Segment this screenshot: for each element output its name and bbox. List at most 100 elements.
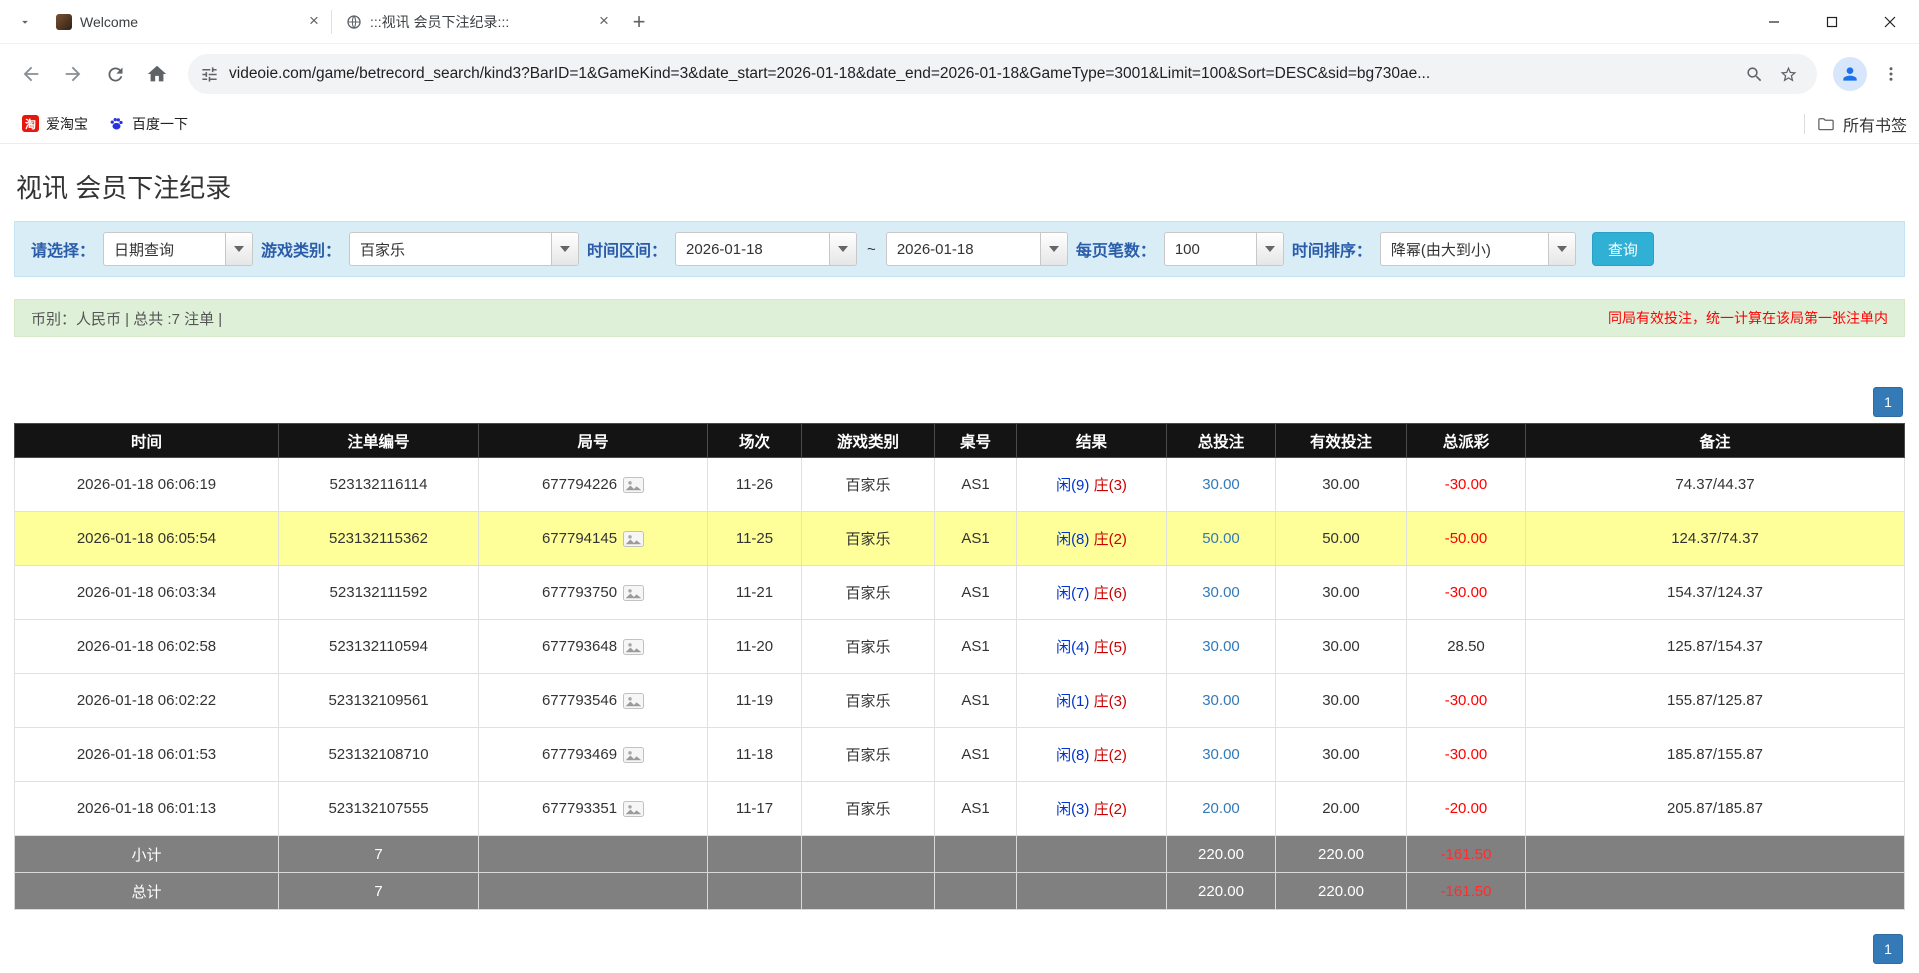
tab-welcome[interactable]: Welcome × [42, 0, 332, 44]
session-number: 11-19 [708, 674, 802, 728]
round-cell: 677794145 [479, 512, 708, 566]
dropdown-caret-button[interactable] [1256, 233, 1283, 265]
dropdown-caret-button[interactable] [225, 233, 252, 265]
dropdown-caret-button[interactable] [551, 233, 578, 265]
query-button[interactable]: 查询 [1592, 232, 1654, 266]
session-number: 11-25 [708, 512, 802, 566]
time-sort-select[interactable]: 降幂(由大到小) [1380, 232, 1576, 266]
time-sort-value: 降幂(由大到小) [1381, 233, 1548, 265]
round-detail-icon[interactable] [623, 585, 644, 601]
tab-close-icon[interactable]: × [594, 12, 614, 32]
zoom-button[interactable] [1737, 57, 1771, 91]
tab-search-button[interactable] [8, 5, 42, 39]
chevron-down-icon [18, 15, 32, 29]
round-cell: 677793469 [479, 728, 708, 782]
refresh-button[interactable] [94, 53, 136, 95]
date-range-label: 时间区间： [587, 237, 667, 261]
round-detail-icon[interactable] [623, 693, 644, 709]
bet-id: 523132109561 [279, 674, 479, 728]
url-text[interactable]: videoie.com/game/betrecord_search/kind3?… [229, 65, 1737, 83]
bet-time: 2026-01-18 06:06:19 [15, 458, 279, 512]
payout: -30.00 [1407, 674, 1526, 728]
page-1-button[interactable]: 1 [1873, 934, 1903, 964]
empty-cell [1017, 836, 1167, 873]
dropdown-caret-button[interactable] [829, 233, 856, 265]
summary-label: 总计 [15, 873, 279, 910]
summary-label: 小计 [15, 836, 279, 873]
avatar-person-icon [1840, 64, 1860, 84]
subtotal-row: 小计7220.00220.00-161.50 [15, 836, 1905, 873]
round-cell: 677793648 [479, 620, 708, 674]
round-detail-icon[interactable] [623, 639, 644, 655]
new-tab-button[interactable]: + [622, 5, 656, 39]
total-bet: 50.00 [1167, 512, 1276, 566]
taobao-icon: 淘 [22, 115, 39, 132]
round-number: 677794226 [542, 476, 617, 493]
page-content: 视讯 会员下注纪录 请选择： 日期查询 游戏类别： 百家乐 时间区间： 2026… [0, 168, 1919, 964]
dropdown-caret-button[interactable] [1040, 233, 1067, 265]
back-button[interactable] [10, 53, 52, 95]
table-header-row: 时间注单编号局号场次游戏类别桌号结果总投注有效投注总派彩备注 [15, 424, 1905, 458]
total-bet: 30.00 [1167, 458, 1276, 512]
minimize-button[interactable] [1745, 0, 1803, 44]
game-type: 百家乐 [802, 512, 935, 566]
window-controls [1745, 0, 1919, 44]
empty-cell [1526, 836, 1905, 873]
tab-title: Welcome [80, 14, 296, 30]
close-button[interactable] [1861, 0, 1919, 44]
round-cell: 677793351 [479, 782, 708, 836]
date-start-input[interactable]: 2026-01-18 [675, 232, 857, 266]
tab-close-icon[interactable]: × [304, 12, 324, 32]
page-size-select[interactable]: 100 [1164, 232, 1284, 266]
note: 124.37/74.37 [1526, 512, 1905, 566]
profile-button[interactable] [1833, 57, 1867, 91]
column-header: 注单编号 [279, 424, 479, 458]
bookmarks-bar: 淘 爱淘宝 百度一下 所有书签 [0, 104, 1919, 144]
pagination-bottom: 1 [14, 934, 1903, 964]
result-cell: 闲(8) 庄(2) [1017, 728, 1167, 782]
table-number: AS1 [935, 620, 1017, 674]
total-bet: 30.00 [1167, 620, 1276, 674]
game-category-select[interactable]: 百家乐 [349, 232, 579, 266]
banker-result: 庄(6) [1094, 585, 1127, 602]
site-settings-icon[interactable] [200, 65, 219, 84]
bookmark-aitaobao[interactable]: 淘 爱淘宝 [12, 109, 98, 139]
zoom-magnifier-icon [1745, 65, 1764, 84]
page-1-button[interactable]: 1 [1873, 387, 1903, 417]
tab-betrecord[interactable]: :::视讯 会员下注纪录::: × [332, 0, 622, 44]
payout: -30.00 [1407, 728, 1526, 782]
summary-count: 7 [279, 836, 479, 873]
bet-records-table: 时间注单编号局号场次游戏类别桌号结果总投注有效投注总派彩备注 2026-01-1… [14, 423, 1905, 910]
bet-id: 523132108710 [279, 728, 479, 782]
round-number: 677793750 [542, 584, 617, 601]
home-button[interactable] [136, 53, 178, 95]
round-detail-icon[interactable] [623, 747, 644, 763]
caret-down-icon [1265, 246, 1275, 252]
round-detail-icon[interactable] [623, 531, 644, 547]
forward-button[interactable] [52, 53, 94, 95]
round-detail-icon[interactable] [623, 801, 644, 817]
bookmark-baidu[interactable]: 百度一下 [98, 109, 198, 139]
caret-down-icon [1049, 246, 1059, 252]
all-bookmarks-button[interactable]: 所有书签 [1804, 112, 1907, 136]
session-number: 11-18 [708, 728, 802, 782]
query-type-select[interactable]: 日期查询 [103, 232, 253, 266]
round-detail-icon[interactable] [623, 477, 644, 493]
round-number: 677794145 [542, 530, 617, 547]
note: 185.87/155.87 [1526, 728, 1905, 782]
time-sort-label: 时间排序： [1292, 237, 1372, 261]
empty-cell [935, 873, 1017, 910]
three-dots-icon [1882, 65, 1900, 83]
maximize-icon [1826, 16, 1838, 28]
date-end-input[interactable]: 2026-01-18 [886, 232, 1068, 266]
browser-menu-button[interactable] [1873, 56, 1909, 92]
bookmark-star-button[interactable] [1771, 57, 1805, 91]
result-cell: 闲(4) 庄(5) [1017, 620, 1167, 674]
game-type: 百家乐 [802, 620, 935, 674]
address-bar[interactable]: videoie.com/game/betrecord_search/kind3?… [188, 54, 1817, 94]
dropdown-caret-button[interactable] [1548, 233, 1575, 265]
total-row: 总计7220.00220.00-161.50 [15, 873, 1905, 910]
empty-cell [479, 836, 708, 873]
maximize-button[interactable] [1803, 0, 1861, 44]
table-number: AS1 [935, 566, 1017, 620]
